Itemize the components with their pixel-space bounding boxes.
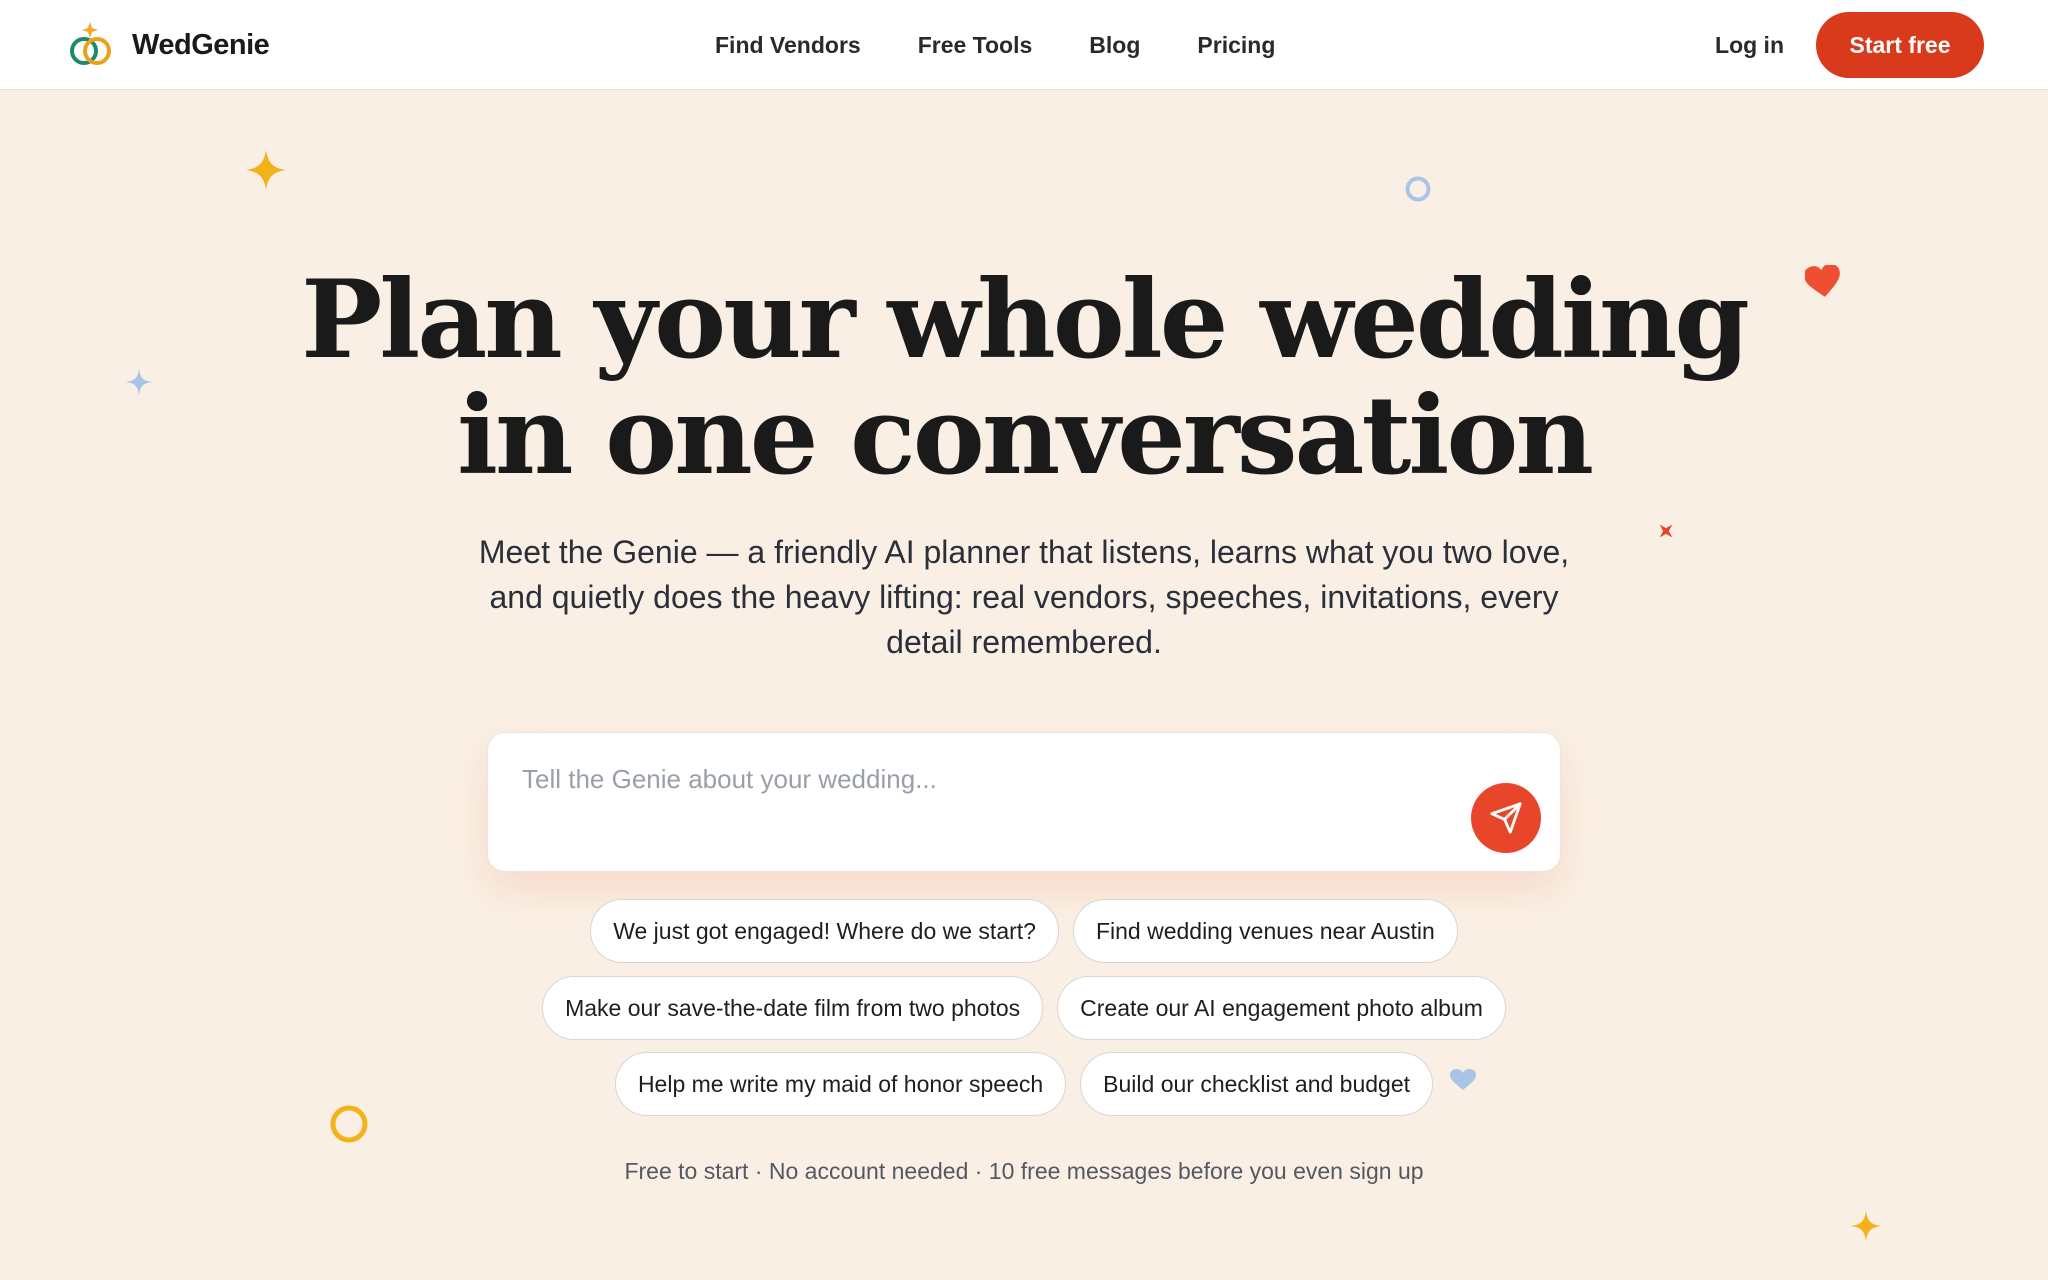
hero-headline: Plan your whole wedding in one conversat…	[0, 262, 2048, 494]
nav-find-vendors[interactable]: Find Vendors	[715, 32, 861, 59]
brand-name: WedGenie	[132, 28, 270, 61]
login-link[interactable]: Log in	[1715, 0, 1784, 90]
suggestion-chip[interactable]: Find wedding venues near Austin	[1072, 899, 1458, 963]
suggestion-chip[interactable]: Help me write my maid of honor speech	[614, 1052, 1067, 1116]
headline-line-1: Plan your whole wedding	[301, 257, 1750, 383]
tiny-star-icon	[1659, 524, 1673, 538]
interlocking-rings-icon	[70, 22, 111, 65]
nav-blog[interactable]: Blog	[1089, 32, 1140, 59]
chat-input[interactable]	[520, 759, 1420, 799]
suggestion-row-2: Make our save-the-date film from two pho…	[0, 976, 2048, 1040]
small-ring-icon	[1405, 176, 1431, 202]
hero-subtitle: Meet the Genie — a friendly AI planner t…	[478, 534, 1570, 660]
nav-free-tools[interactable]: Free Tools	[918, 32, 1033, 59]
sparkle-star-icon	[246, 150, 286, 190]
chat-composer	[487, 732, 1561, 872]
top-navigation-bar: WedGenie Find Vendors Free Tools Blog Pr…	[0, 0, 2048, 90]
wedgenie-logo[interactable]: WedGenie	[68, 20, 270, 70]
headline-line-2: in one conversation	[457, 373, 1594, 499]
suggestion-chip[interactable]: Build our checklist and budget	[1080, 1052, 1434, 1116]
start-free-button[interactable]: Start free	[1816, 12, 1984, 78]
main-nav: Find Vendors Free Tools Blog Pricing	[715, 0, 1275, 90]
suggestion-chip[interactable]: We just got engaged! Where do we start?	[590, 899, 1059, 963]
paper-plane-icon	[1490, 802, 1522, 834]
free-start-note: Free to start · No account needed · 10 f…	[624, 1158, 1424, 1184]
suggestion-row-3: Help me write my maid of honor speech Bu…	[0, 1052, 2048, 1116]
bottom-sparkle-icon	[1850, 1210, 1882, 1242]
nav-pricing[interactable]: Pricing	[1197, 32, 1275, 59]
suggestion-row-1: We just got engaged! Where do we start? …	[0, 899, 2048, 963]
send-button[interactable]	[1471, 783, 1541, 853]
suggestion-chip[interactable]: Create our AI engagement photo album	[1057, 976, 1506, 1040]
suggestion-chip[interactable]: Make our save-the-date film from two pho…	[542, 976, 1044, 1040]
